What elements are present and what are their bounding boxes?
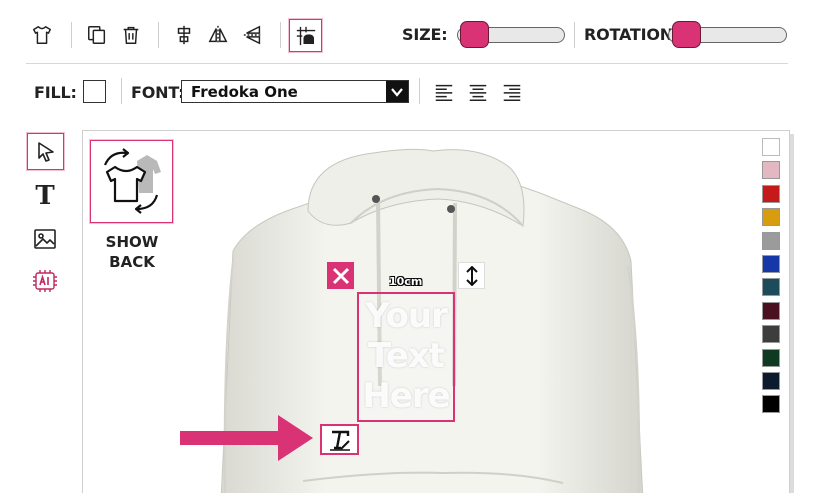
vertical-resize-icon [464, 265, 480, 286]
resize-design-button[interactable] [458, 262, 485, 289]
select-tool-button[interactable] [27, 133, 64, 170]
ai-tool-button[interactable] [30, 266, 60, 296]
align-left-icon[interactable] [432, 80, 456, 104]
color-swatch[interactable] [762, 231, 780, 250]
flip-vertical-icon[interactable] [241, 23, 265, 47]
font-select[interactable]: Fredoka One [181, 80, 409, 103]
text-design-element[interactable]: Your Text Here [357, 292, 455, 422]
font-label: FONT: [131, 83, 185, 102]
color-swatch[interactable] [762, 372, 780, 390]
close-icon [332, 267, 350, 285]
swap-view-icon [95, 145, 168, 223]
chevron-down-icon [386, 81, 408, 102]
fill-color-swatch[interactable] [83, 80, 106, 103]
duplicate-icon[interactable] [85, 23, 109, 47]
fill-label: FILL: [34, 83, 77, 102]
align-right-icon[interactable] [500, 80, 524, 104]
tshirt-icon[interactable] [30, 23, 54, 47]
color-swatch[interactable] [762, 208, 780, 227]
color-swatch[interactable] [762, 301, 780, 320]
center-on-garment-icon [295, 25, 317, 47]
color-swatch[interactable] [762, 348, 780, 367]
show-back-button[interactable] [90, 140, 173, 223]
delete-design-button[interactable] [327, 262, 354, 289]
size-label: SIZE: [402, 25, 448, 44]
design-text-line-2: Text [368, 336, 445, 376]
size-slider-thumb[interactable] [459, 21, 489, 48]
design-width-label: 10cm [389, 275, 423, 288]
edit-text-icon [328, 428, 352, 452]
color-swatch[interactable] [762, 325, 780, 344]
image-tool-button[interactable] [30, 224, 60, 254]
font-select-value: Fredoka One [191, 83, 298, 101]
color-swatch[interactable] [762, 278, 780, 297]
edit-text-button[interactable] [320, 424, 359, 455]
trash-icon[interactable] [119, 23, 143, 47]
show-back-label-line2: BACK [109, 253, 155, 271]
design-text-line-3: Here [362, 376, 450, 416]
center-on-garment-button[interactable] [289, 19, 322, 52]
align-center-text-icon[interactable] [466, 80, 490, 104]
show-back-label-line1: SHOW [105, 233, 159, 251]
pointer-arrow-icon [180, 415, 313, 461]
text-tool-button[interactable]: T [30, 181, 60, 211]
image-tool-icon [33, 227, 57, 251]
color-swatch[interactable] [762, 161, 780, 180]
color-swatch[interactable] [762, 255, 780, 273]
color-swatch[interactable] [762, 138, 780, 156]
align-center-icon[interactable] [172, 23, 196, 47]
ai-tool-icon [32, 268, 58, 294]
text-tool-icon: T [35, 181, 55, 211]
flip-horizontal-icon[interactable] [206, 23, 230, 47]
rotation-slider-thumb[interactable] [671, 21, 701, 48]
select-tool-icon [34, 140, 58, 164]
color-swatch[interactable] [762, 395, 780, 414]
design-text-line-1: Your [365, 296, 448, 336]
color-swatch[interactable] [762, 184, 780, 203]
rotation-label: ROTATION: [584, 25, 680, 44]
